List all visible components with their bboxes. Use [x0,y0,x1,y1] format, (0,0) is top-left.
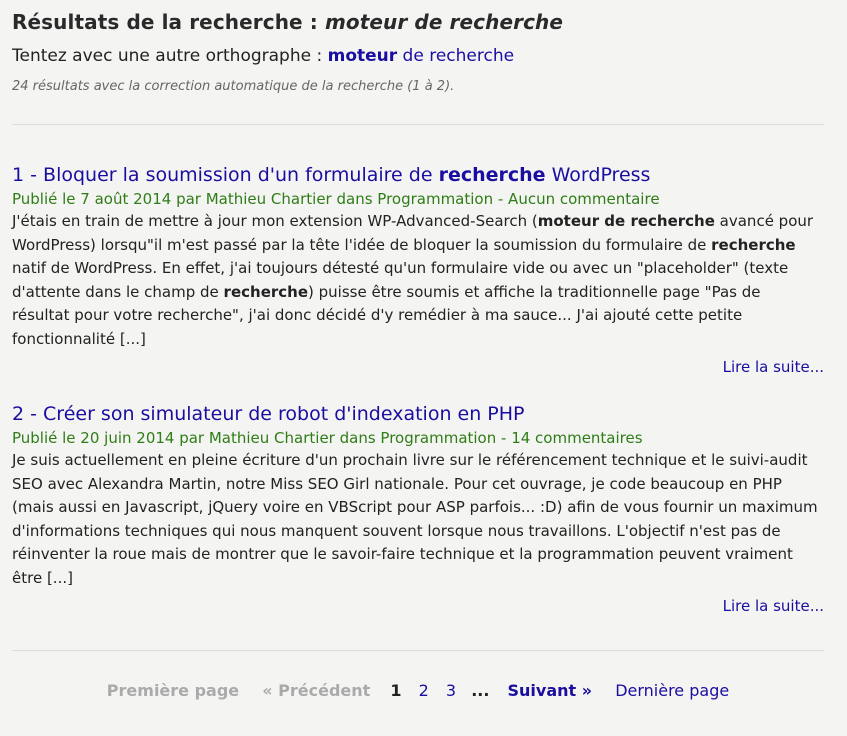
page-title: Résultats de la recherche : moteur de re… [12,0,824,34]
result-meta: Publié le 20 juin 2014 par Mathieu Chart… [12,429,643,447]
result-item: 2 - Créer son simulateur de robot d'inde… [12,376,824,615]
pagination: Première page « Précédent 1 2 3 ... Suiv… [12,681,824,700]
result-title-highlight: recherche [438,164,546,186]
pagination-ellipsis: ... [471,681,490,700]
divider [12,650,824,651]
next-page-link[interactable]: Suivant » [508,681,593,700]
result-item: 1 - Bloquer la soumission d'un formulair… [12,125,824,376]
title-prefix: Résultats de la recherche : [12,10,325,34]
results-summary: 24 résultats avec la correction automati… [12,79,455,94]
page-link-2[interactable]: 2 [419,681,429,700]
result-number: 1 - [12,164,44,186]
excerpt-text: J'étais en train de mettre à jour mon ex… [12,212,538,230]
read-more: Lire la suite... [12,597,824,615]
result-number: 2 - [12,403,44,425]
result-title-part: Créer son simulateur de robot d'indexati… [43,403,525,425]
title-query: moteur de recherche [324,10,564,34]
excerpt-highlight: recherche [223,282,309,301]
spelling-suggestion: Tentez avec une autre orthographe : mote… [12,46,824,66]
spell-word-bold: moteur [327,46,398,66]
spell-word-rest: de recherche [397,46,515,66]
result-title-part: WordPress [545,164,651,186]
search-results-page: Résultats de la recherche : moteur de re… [0,0,847,700]
previous-page-disabled: « Précédent [262,681,371,700]
read-more: Lire la suite... [12,358,824,376]
result-excerpt: J'étais en train de mettre à jour mon ex… [12,210,822,351]
result-title-part: Bloquer la soumission d'un formulaire de [43,164,439,186]
result-title-link[interactable]: 2 - Créer son simulateur de robot d'inde… [12,402,824,426]
result-title-link[interactable]: 1 - Bloquer la soumission d'un formulair… [12,163,824,187]
first-page-disabled: Première page [106,681,240,700]
excerpt-highlight: recherche [711,235,796,254]
read-more-link[interactable]: Lire la suite... [723,597,824,615]
result-meta: Publié le 7 août 2014 par Mathieu Charti… [12,190,660,208]
page-link-3[interactable]: 3 [446,681,456,700]
read-more-link[interactable]: Lire la suite... [723,358,824,376]
current-page: 1 [390,681,402,700]
result-excerpt: Je suis actuellement en pleine écriture … [12,451,818,587]
excerpt-highlight: moteur de recherche [537,212,715,230]
last-page-link[interactable]: Dernière page [615,681,729,700]
spell-suggestion-link[interactable]: moteur de recherche [328,46,514,66]
spell-prefix: Tentez avec une autre orthographe : [12,46,328,66]
